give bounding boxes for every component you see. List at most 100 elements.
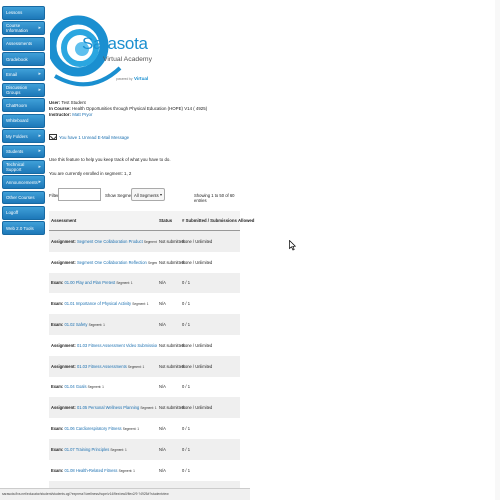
status-cell: N/A [159,384,166,390]
assessment-cell: Exam: 01.01 Importance of Physical Activ… [49,301,157,306]
table-row: Exam: 01.00 Play and Plan Pretest Segmen… [49,272,240,294]
assessment-link[interactable]: 01.04 Goals [64,384,86,389]
sidebar-item-students[interactable]: Students ▸ [2,144,45,159]
mouse-cursor-icon [289,240,296,251]
sidebar-item-course-information[interactable]: Course Information ▸ [2,21,45,36]
sidebar-item-label: ChatRoom [6,102,27,108]
chevron-right-icon: ▸ [38,133,41,140]
submissions-cell: None / Unlimited [182,259,213,265]
assessment-segment: Segment: 1 [122,427,140,432]
assessment-link[interactable]: 01.06 Cardiorespiratory Fitness [64,426,121,431]
sidebar-item-other-courses[interactable]: Other Courses [2,190,45,205]
table-body: Assignment: Segment One Collaboration Pr… [49,231,240,500]
sidebar-item-label: Whiteboard [6,118,29,124]
filter-input[interactable] [58,188,101,201]
sidebar-item-assessments[interactable]: Assessments [2,36,45,51]
help-text: Use this feature to help you keep track … [49,157,171,162]
status-cell: Not submitted [159,259,185,265]
chevron-right-icon: ▸ [38,163,41,170]
sidebar-item-label: Web 2.0 Tools [6,225,34,231]
segment-select[interactable]: All Segments ▾ [131,188,165,201]
assessment-link[interactable]: Segment One Collaboration Product [77,239,143,244]
table-row: Exam: 01.07 Training Principles Segment:… [49,438,240,460]
user-label: User: [49,100,61,105]
sidebar-item-my-folders[interactable]: My Folders ▸ [2,129,45,143]
unread-mail-text[interactable]: You have 1 Unread E-Mail Message [59,135,129,140]
sidebar-item-label: Lessons [6,10,23,16]
assessment-link[interactable]: 01.03 Fitness Assessment Video Submissio… [77,343,157,348]
assessment-segment: Segment: 1 [140,406,157,411]
assessment-link[interactable]: Segment One Collaboration Reflection [77,260,147,265]
status-cell: Not submitted [159,238,185,244]
assessment-kind: Exam: [51,322,64,328]
assessment-kind: Assignment: [51,342,76,348]
assessment-link[interactable]: 01.02 Safety [64,322,87,327]
table-row: Exam: 01.01 Importance of Physical Activ… [49,293,240,314]
status-cell: N/A [159,426,166,432]
header-submitted[interactable]: # Submitted / Submissions Allowed [180,218,254,223]
segment-select-value: All Segments [134,193,159,198]
assessment-segment: Segment: 1 [88,323,105,328]
assessment-link[interactable]: 01.07 Training Principles [64,447,109,452]
assessment-cell: Assignment: 01.05 Personal Wellness Plan… [49,405,157,410]
sidebar-item-label: My Folders [6,133,28,139]
assessment-kind: Assignment: [51,405,76,411]
chevron-right-icon: ▸ [38,25,41,32]
assessments-table: Assessment Status # Submitted / Submissi… [49,211,254,500]
assessment-cell: Assignment: Segment One Collaboration Pr… [49,239,157,244]
table-header: Assessment Status # Submitted / Submissi… [49,211,254,231]
sidebar-item-announcements[interactable]: Announcements ▸ [2,175,45,190]
header-assessment[interactable]: Assessment [49,218,157,223]
sidebar-item-web-2-0-tools[interactable]: Web 2.0 Tools [2,221,45,236]
table-row: Assignment: 01.03 Fitness Assessment Vid… [49,335,240,356]
sidebar-item-chatroom[interactable]: ChatRoom [2,98,45,113]
assessment-link[interactable]: 01.05 Personal Wellness Planning [77,405,139,410]
assessment-cell: Exam: 01.06 Cardiorespiratory Fitness Se… [49,426,157,431]
logo-powered-by: powered by [116,77,133,81]
assessment-kind: Exam: [51,426,64,432]
assessment-cell: Exam: 01.04 Goals Segment: 1 [49,384,157,389]
sidebar-item-label: Technical Support [6,161,25,172]
sidebar-nav: Lessons Course Information ▸ Assessments Gra… [2,6,45,237]
assessment-link[interactable]: 01.01 Importance of Physical Activity [64,301,131,306]
sidebar-item-lessons[interactable]: Lessons [2,6,45,20]
assessment-kind: Assignment: [51,238,76,244]
scrollbar[interactable] [495,0,500,500]
sidebar-item-label: Course Information [6,23,28,34]
enrolled-segments-text: You are currently enrolled in segment: 1… [49,171,132,176]
assessment-cell: Exam: 01.00 Play and Plan Pretest Segmen… [49,280,157,285]
assessment-kind: Assignment: [51,363,76,369]
sidebar-item-email[interactable]: Email ▸ [2,67,45,82]
logo-subtitle: Virtual Academy [103,56,152,63]
sidebar-item-logoff[interactable]: Logoff [2,206,45,220]
table-row: Exam: 01.04 Goals Segment: 1 N/A 0 / 1 [49,377,240,398]
submissions-cell: None / Unlimited [182,238,213,244]
assessment-segment: Segment: 1 [87,385,104,390]
status-cell: N/A [159,467,166,473]
entries-count-text: Showing 1 to 50 of 60 entries [194,193,235,203]
sidebar-item-label: Announcements [6,179,38,185]
table-row: Assignment: Segment One Collaboration Pr… [49,231,240,252]
course-info: User: Test Student In Course: Health Opp… [49,100,207,118]
table-row: Exam: 01.08 Health-Related Fitness Segme… [49,460,240,481]
assessment-link[interactable]: 01.00 Play and Plan Pretest [64,280,115,285]
assessment-segment: Segment: 1 [118,468,135,473]
sidebar-item-whiteboard[interactable]: Whiteboard [2,113,45,128]
assessment-kind: Exam: [51,301,64,307]
status-cell: N/A [159,280,166,286]
submissions-cell: None / Unlimited [182,405,213,411]
unread-mail-link[interactable]: You have 1 Unread E-Mail Message [49,134,129,140]
chevron-down-icon: ▾ [159,192,162,197]
submissions-cell: 0 / 1 [182,446,190,452]
sidebar-item-discussion-groups[interactable]: Discussion Groups ▸ [2,82,45,97]
instructor-link[interactable]: Matt Pryor [72,112,92,117]
assessment-segment: Segment: 1 [116,281,133,286]
sidebar-item-gradebook[interactable]: Gradebook [2,52,45,66]
assessment-link[interactable]: 01.08 Health-Related Fitness [64,468,117,473]
header-status[interactable]: Status [157,218,180,223]
filter-row: Filter: Show Segment: All Segments ▾ Sho… [49,187,240,203]
assessment-link[interactable]: 01.03 Fitness Assessments [77,364,127,369]
envelope-icon [49,134,57,140]
sidebar-item-technical-support[interactable]: Technical Support ▸ [2,159,45,174]
table-row: Exam: 01.06 Cardiorespiratory Fitness Se… [49,418,240,439]
